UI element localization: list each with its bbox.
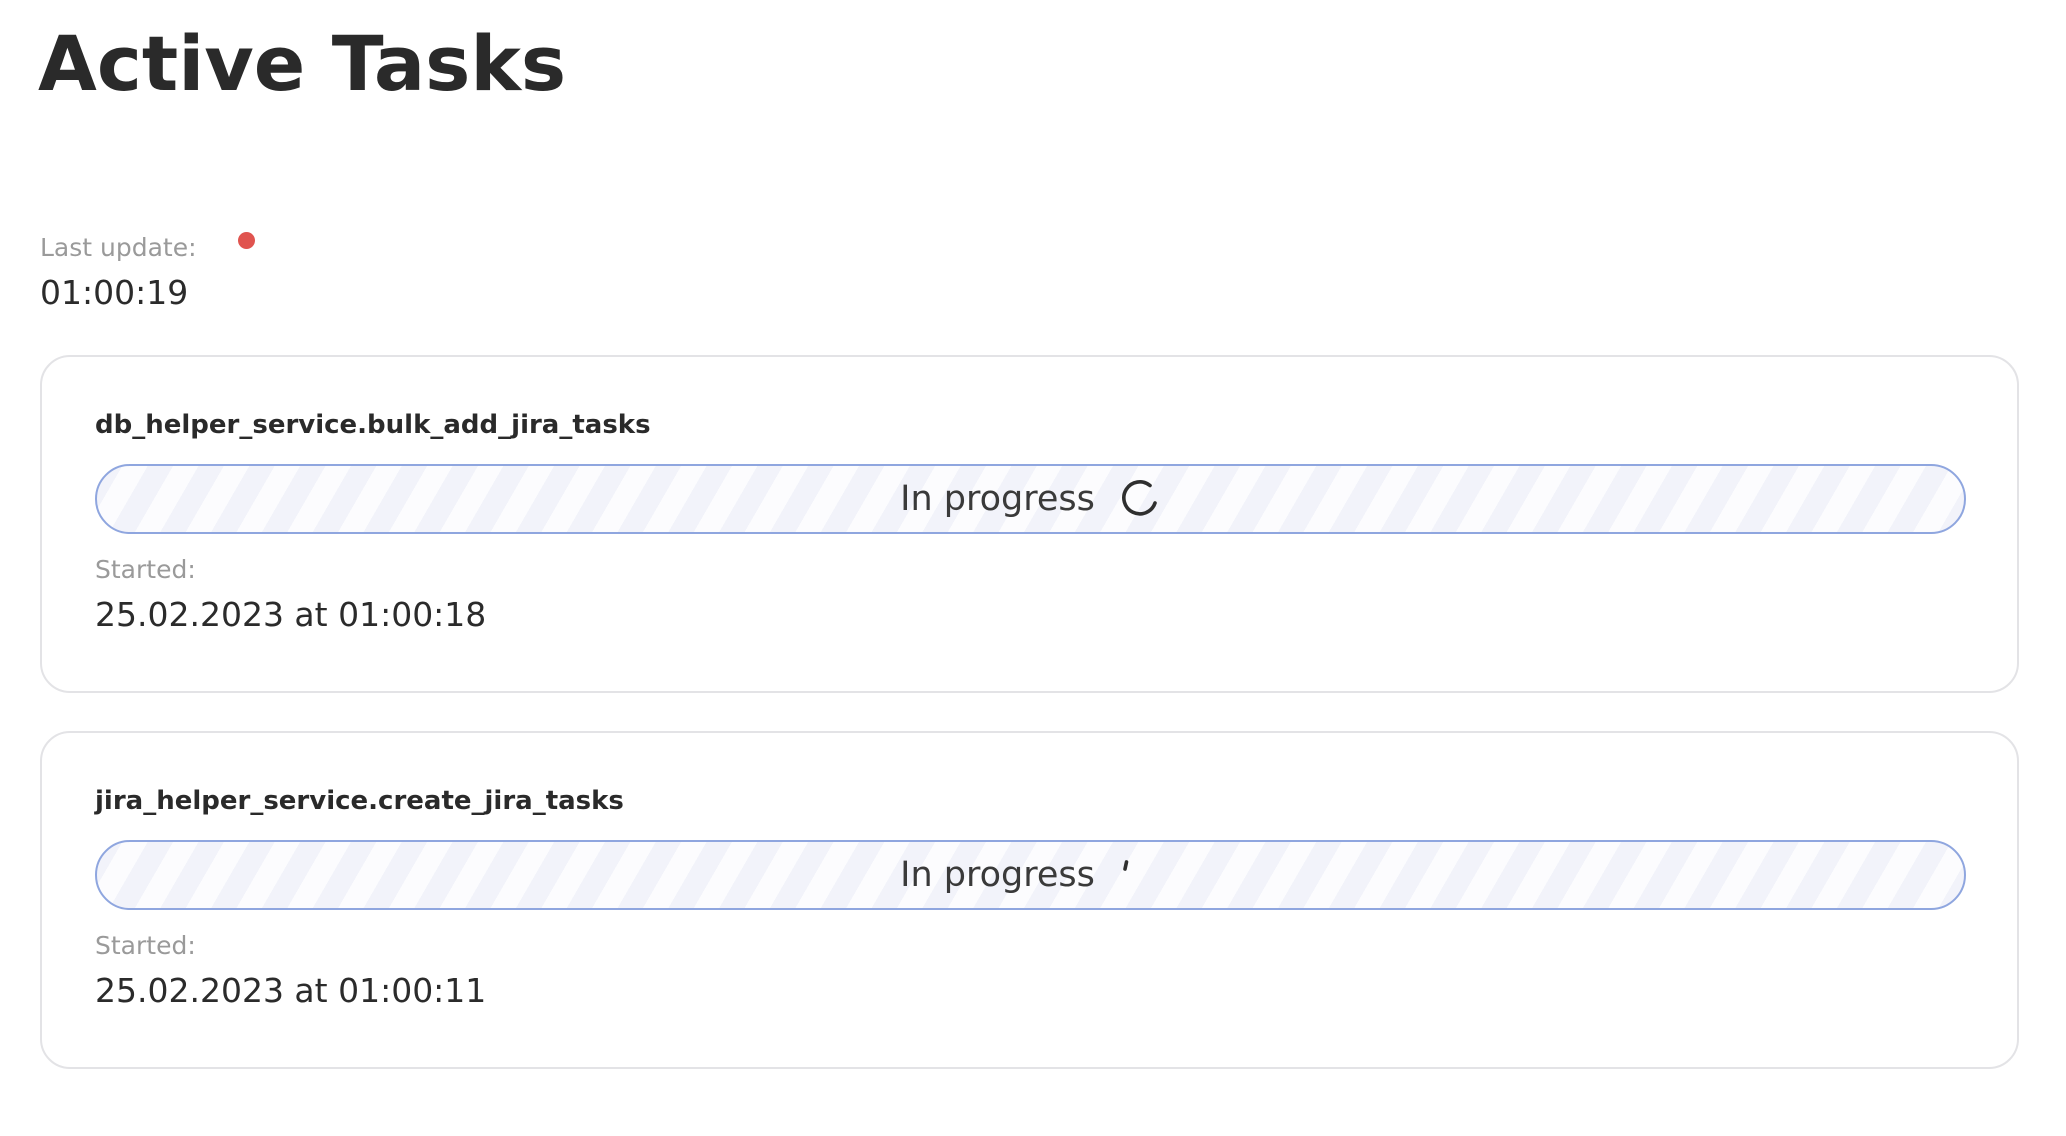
started-label: Started: bbox=[95, 931, 196, 960]
spinner-icon bbox=[1123, 860, 1129, 871]
task-status-bar: In progress bbox=[95, 464, 1966, 534]
last-update-label: Last update: bbox=[40, 233, 197, 262]
last-update-time: 01:00:19 bbox=[40, 273, 189, 312]
task-status-bar: In progress bbox=[95, 840, 1966, 910]
spinner-icon bbox=[1121, 480, 1157, 516]
live-status-indicator bbox=[238, 232, 255, 249]
task-card: db_helper_service.bulk_add_jira_tasks In… bbox=[40, 355, 2019, 693]
task-status-text: In progress bbox=[900, 479, 1095, 519]
task-card: jira_helper_service.create_jira_tasks In… bbox=[40, 731, 2019, 1069]
started-datetime: 25.02.2023 at 01:00:18 bbox=[95, 595, 487, 634]
page-title: Active Tasks bbox=[38, 19, 567, 108]
started-label: Started: bbox=[95, 555, 196, 584]
task-name: jira_helper_service.create_jira_tasks bbox=[95, 786, 624, 816]
started-datetime: 25.02.2023 at 01:00:11 bbox=[95, 971, 487, 1010]
task-status-text: In progress bbox=[900, 855, 1095, 895]
task-name: db_helper_service.bulk_add_jira_tasks bbox=[95, 410, 651, 440]
